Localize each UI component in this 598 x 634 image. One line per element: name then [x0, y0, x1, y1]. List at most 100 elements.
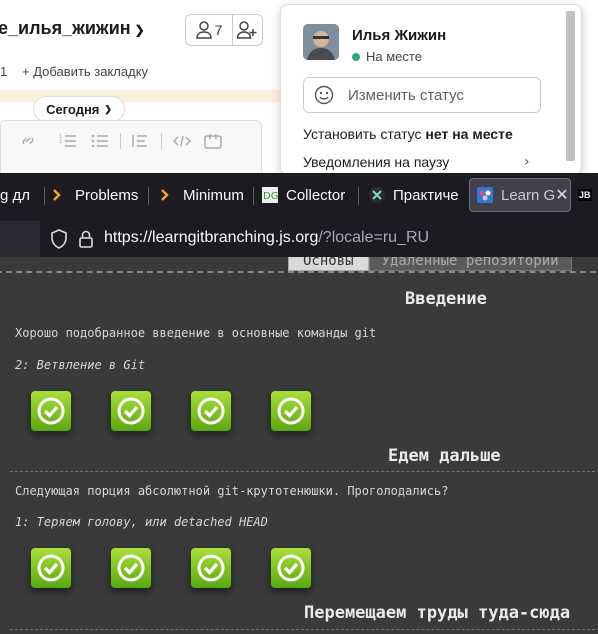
- add-bookmark-button[interactable]: + Добавить закладку: [22, 64, 148, 79]
- codeforces-favicon-icon: [161, 189, 169, 201]
- tab-separator: [148, 187, 149, 205]
- level-name: 2: Ветвление в Git: [15, 358, 146, 372]
- add-person-icon: [237, 21, 257, 39]
- level-tab-row: Основы Удалённые репозитории: [288, 257, 572, 271]
- browser-tab[interactable]: g дл: [0, 178, 42, 212]
- practicum-favicon-icon: [369, 187, 385, 203]
- section-description: Хорошо подобранное введение в основные к…: [15, 326, 377, 340]
- address-bar[interactable]: https://learngitbranching.js.org/?locale…: [40, 221, 598, 257]
- svg-text:2: 2: [59, 139, 62, 145]
- tracking-protection-shield-icon[interactable]: [50, 229, 68, 249]
- members-button[interactable]: 7: [186, 15, 233, 45]
- browser-tab[interactable]: Практиче: [369, 178, 459, 212]
- tab-label: g дл: [0, 186, 31, 204]
- checkmark-icon: [197, 397, 225, 425]
- change-status-label: Изменить статус: [348, 87, 464, 104]
- browser-tab[interactable]: Minimum: [159, 178, 249, 212]
- close-tab-icon[interactable]: ✕: [555, 185, 568, 205]
- checkmark-icon: [197, 554, 225, 582]
- level-complete-button[interactable]: [271, 548, 311, 588]
- tab-separator: [44, 187, 45, 205]
- code-block-icon[interactable]: [204, 133, 222, 149]
- set-away-item[interactable]: Установить статус нет на месте: [303, 126, 513, 142]
- date-label: Сегодня: [46, 101, 100, 117]
- bookmark-bar: 1 + Добавить закладку: [0, 58, 285, 86]
- smiley-icon: [314, 85, 334, 105]
- level-complete-button[interactable]: [191, 391, 231, 431]
- slack-window: e_илья_жижин ❯ 7 1 + Добавить закладку Се…: [0, 0, 598, 173]
- tab-separator: [358, 187, 359, 205]
- lock-icon[interactable]: [78, 229, 94, 249]
- set-status-prefix: Установить статус: [303, 126, 426, 142]
- tab-label: Minimum: [183, 186, 244, 204]
- message-composer[interactable]: 12: [0, 120, 262, 173]
- code-icon[interactable]: [173, 133, 191, 149]
- blockquote-icon[interactable]: [131, 133, 149, 149]
- checkmark-icon: [37, 397, 65, 425]
- channel-name[interactable]: e_илья_жижин: [0, 18, 131, 38]
- level-complete-button[interactable]: [31, 391, 71, 431]
- url-text[interactable]: https://learngitbranching.js.org/?locale…: [104, 229, 429, 247]
- tab-label: Problems: [75, 186, 139, 204]
- level-complete-button[interactable]: [31, 548, 71, 588]
- plus-icon: +: [22, 64, 34, 79]
- learn-git-favicon-icon: [477, 187, 493, 203]
- level-complete-button[interactable]: [111, 548, 151, 588]
- chevron-right-icon: ›: [524, 154, 530, 170]
- collector-favicon-icon: DG: [262, 187, 278, 203]
- toolbar-divider: [120, 133, 121, 149]
- presence-label: На месте: [366, 49, 422, 64]
- tab-label: JB: [578, 189, 592, 201]
- tab-main[interactable]: Основы: [288, 257, 369, 271]
- chevron-down-icon[interactable]: ❯: [135, 23, 145, 37]
- user-status-menu: Илья Жижин На месте Изменить статус Уста…: [280, 4, 582, 173]
- avatar: [303, 24, 339, 60]
- checkmark-icon: [37, 554, 65, 582]
- tab-label: Learn G: [501, 186, 556, 204]
- channel-header[interactable]: e_илья_жижин ❯: [0, 18, 145, 39]
- toolbar-divider: [161, 133, 162, 149]
- change-status-button[interactable]: Изменить статус: [303, 77, 541, 113]
- url-host: https://learngitbranching.js.org: [104, 229, 319, 246]
- tab-label: Collector: [286, 186, 346, 204]
- level-name: 1: Теряем голову, или detached HEAD: [15, 515, 268, 529]
- checkmark-icon: [117, 554, 145, 582]
- browser-tab[interactable]: JB: [578, 178, 598, 212]
- add-member-button[interactable]: [232, 15, 262, 45]
- section-title: Введение: [405, 289, 487, 309]
- active-dot-icon: [352, 53, 360, 61]
- level-complete-button[interactable]: [271, 391, 311, 431]
- section-title: Едем дальше: [388, 446, 501, 466]
- add-bookmark-label: Добавить закладку: [33, 64, 149, 79]
- member-count: 7: [214, 22, 223, 38]
- checkmark-icon: [277, 397, 305, 425]
- level-selection-page: Основы Удалённые репозитории Введение Хо…: [0, 257, 598, 634]
- section-divider: [10, 471, 598, 472]
- pause-notifications-item[interactable]: Уведомления на паузу: [303, 154, 449, 170]
- bulleted-list-icon[interactable]: [91, 133, 109, 149]
- browser-tab[interactable]: Problems: [51, 178, 143, 212]
- checkmark-icon: [117, 397, 145, 425]
- browser-tab[interactable]: DG Collector: [262, 178, 352, 212]
- date-divider-pill[interactable]: Сегодня ❯: [33, 96, 125, 122]
- level-complete-button[interactable]: [111, 391, 151, 431]
- address-bar-row: https://learngitbranching.js.org/?locale…: [0, 221, 598, 257]
- set-status-away: нет на месте: [425, 126, 513, 142]
- tab-label: Практиче: [393, 186, 459, 204]
- checkmark-icon: [277, 554, 305, 582]
- codeforces-favicon-icon: [53, 189, 61, 201]
- svg-text:DG: DG: [263, 191, 278, 202]
- chevron-down-icon: ❯: [104, 103, 112, 114]
- numbered-list-icon[interactable]: 12: [59, 133, 77, 149]
- person-icon: [195, 21, 212, 39]
- user-name: Илья Жижин: [352, 27, 447, 44]
- browser-tab-strip: g дл Problems Minimum DG Collector Практ…: [0, 173, 598, 221]
- popup-scrollbar[interactable]: [566, 11, 575, 161]
- url-query: /?locale=ru_RU: [318, 229, 430, 246]
- level-complete-button[interactable]: [191, 548, 231, 588]
- presence-indicator: На месте: [352, 49, 422, 64]
- section-divider: [10, 629, 598, 630]
- tab-remote[interactable]: Удалённые репозитории: [368, 257, 572, 271]
- link-icon[interactable]: [19, 133, 37, 149]
- browser-tab-active[interactable]: Learn G ✕: [469, 178, 571, 212]
